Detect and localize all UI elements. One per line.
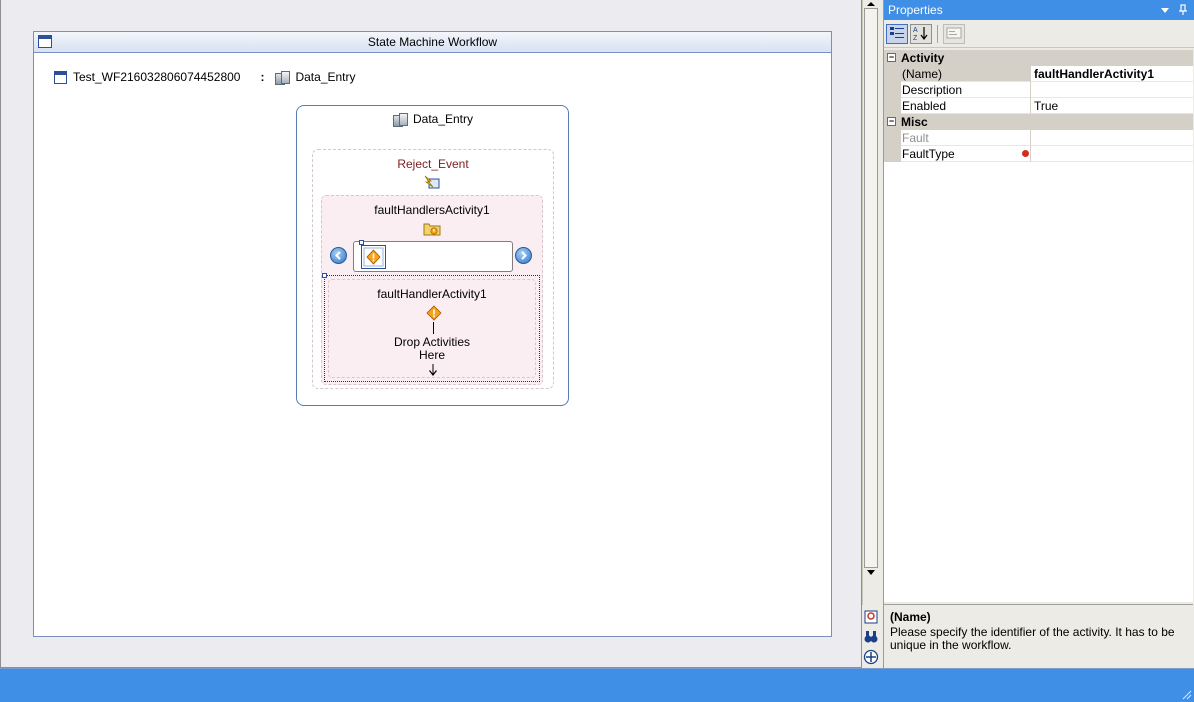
property-value[interactable] bbox=[1031, 82, 1193, 98]
fault-handlers-name: faultHandlersActivity1 bbox=[374, 203, 490, 217]
row-gutter bbox=[884, 82, 901, 98]
property-value[interactable] bbox=[1031, 130, 1193, 146]
row-gutter bbox=[884, 146, 901, 162]
drop-text-line2: Here bbox=[418, 348, 445, 362]
scrollbar-thumb[interactable] bbox=[864, 8, 878, 568]
property-row-fault[interactable]: Fault bbox=[884, 130, 1193, 146]
row-gutter bbox=[884, 66, 901, 82]
next-handler-button[interactable] bbox=[515, 247, 532, 264]
description-title: (Name) bbox=[890, 610, 931, 624]
workflow-icon bbox=[54, 70, 67, 84]
scroll-down-icon[interactable] bbox=[867, 570, 875, 575]
description-text: Please specify the identifier of the act… bbox=[890, 625, 1175, 652]
fault-handler-thumbnail[interactable] bbox=[361, 245, 386, 269]
property-pages-button[interactable] bbox=[943, 23, 965, 44]
breadcrumb-state[interactable]: Data_Entry bbox=[295, 70, 355, 84]
event-driven-icon bbox=[424, 175, 440, 189]
dropdown-arrow-icon[interactable] bbox=[1160, 0, 1170, 20]
property-value[interactable]: True bbox=[1031, 98, 1193, 114]
properties-titlebar: Properties bbox=[884, 0, 1194, 20]
properties-title: Properties bbox=[888, 3, 943, 17]
state-icon bbox=[274, 70, 291, 85]
workflow-icon bbox=[38, 35, 52, 48]
property-row-description[interactable]: Description bbox=[884, 82, 1193, 98]
app-window: State Machine Workflow Test_WF2160328060… bbox=[0, 0, 1194, 702]
collapse-icon[interactable]: − bbox=[887, 117, 896, 126]
fault-handler-name: faultHandlerActivity1 bbox=[377, 287, 487, 301]
category-misc[interactable]: − Misc bbox=[884, 114, 1193, 130]
fault-handler-activity[interactable]: faultHandlerActivity1 Drop Activities He… bbox=[328, 279, 536, 378]
chevron-right-icon bbox=[521, 251, 527, 260]
workflow-frame: State Machine Workflow Test_WF2160328060… bbox=[33, 31, 832, 637]
category-activity[interactable]: − Activity bbox=[884, 50, 1193, 66]
zoom-icon[interactable] bbox=[863, 609, 879, 625]
sort-az-icon: AZ bbox=[913, 26, 928, 42]
fault-handler-icon bbox=[426, 305, 442, 321]
property-value[interactable] bbox=[1031, 146, 1193, 162]
row-gutter bbox=[884, 130, 901, 146]
property-name: FaultType bbox=[901, 146, 1031, 162]
property-grid[interactable]: − Activity (Name) faultHandlerActivity1 … bbox=[884, 50, 1193, 602]
properties-toolbar: AZ bbox=[884, 20, 1194, 48]
event-driven-activity[interactable]: Reject_Event faultHandlersActivity1 faul… bbox=[312, 149, 554, 389]
scroll-up-icon[interactable] bbox=[863, 0, 879, 8]
svg-text:Z: Z bbox=[913, 35, 918, 41]
breadcrumb-separator: : bbox=[260, 70, 265, 84]
property-row-faulttype[interactable]: FaultType bbox=[884, 146, 1193, 162]
property-value[interactable]: faultHandlerActivity1 bbox=[1031, 66, 1193, 82]
collapse-icon[interactable]: − bbox=[887, 53, 896, 62]
workflow-title: State Machine Workflow bbox=[367, 35, 498, 49]
selection-handle[interactable] bbox=[322, 273, 327, 278]
previous-handler-button[interactable] bbox=[330, 247, 347, 264]
property-row-name[interactable]: (Name) faultHandlerActivity1 bbox=[884, 66, 1193, 82]
property-name: Description bbox=[901, 82, 1031, 98]
properties-pane: Properties AZ − Activity (Name) faultHan… bbox=[883, 0, 1194, 668]
categorized-button[interactable] bbox=[886, 23, 908, 44]
error-icon bbox=[1022, 150, 1029, 157]
fault-handler-strip[interactable] bbox=[353, 240, 513, 272]
category-label: Misc bbox=[901, 115, 928, 129]
arrow-down-icon bbox=[429, 364, 437, 376]
resize-grip-icon[interactable] bbox=[1180, 688, 1192, 700]
svg-text:A: A bbox=[913, 27, 918, 34]
category-label: Activity bbox=[901, 51, 945, 65]
fault-handler-selection: faultHandlerActivity1 Drop Activities He… bbox=[322, 273, 540, 382]
breadcrumb-workflow[interactable]: Test_WF216032806074452800 bbox=[73, 70, 240, 84]
property-row-enabled[interactable]: Enabled True bbox=[884, 98, 1193, 114]
state-activity[interactable]: Data_Entry Reject_Event faultHandlersAct… bbox=[296, 105, 569, 406]
state-title: Data_Entry bbox=[297, 112, 568, 127]
pin-icon[interactable] bbox=[1178, 0, 1188, 20]
property-name: Fault bbox=[901, 130, 1031, 146]
designer-zoom-tools bbox=[862, 605, 879, 668]
fault-handlers-folder-icon bbox=[423, 223, 441, 236]
status-bar bbox=[0, 668, 1194, 702]
state-icon bbox=[392, 112, 408, 127]
toolbar-separator bbox=[937, 24, 938, 43]
property-name-text: FaultType bbox=[902, 147, 955, 161]
workflow-titlebar: State Machine Workflow bbox=[34, 32, 831, 53]
designer-vertical-scrollbar[interactable] bbox=[862, 0, 879, 605]
binoculars-icon[interactable] bbox=[863, 629, 879, 645]
property-pages-icon bbox=[946, 27, 962, 38]
selection-handle[interactable] bbox=[359, 240, 364, 245]
drop-zone-text[interactable]: Drop Activities Here bbox=[329, 336, 535, 362]
fault-handlers-activity[interactable]: faultHandlersActivity1 faultHandlerActiv… bbox=[321, 195, 543, 385]
property-description: (Name) Please specify the identifier of … bbox=[884, 604, 1193, 668]
categorized-icon bbox=[890, 26, 904, 38]
property-name: (Name) bbox=[901, 66, 1031, 82]
property-name: Enabled bbox=[901, 98, 1031, 114]
pan-icon[interactable] bbox=[863, 649, 879, 665]
event-name: Reject_Event bbox=[397, 157, 469, 171]
connector-line bbox=[433, 322, 434, 334]
workflow-designer[interactable]: State Machine Workflow Test_WF2160328060… bbox=[0, 0, 862, 668]
state-name: Data_Entry bbox=[412, 112, 474, 126]
fault-handler-icon bbox=[363, 247, 384, 267]
chevron-left-icon bbox=[335, 251, 341, 260]
alphabetical-button[interactable]: AZ bbox=[910, 23, 932, 44]
breadcrumb: Test_WF216032806074452800 : Data_Entry bbox=[54, 70, 356, 85]
row-gutter bbox=[884, 98, 901, 114]
